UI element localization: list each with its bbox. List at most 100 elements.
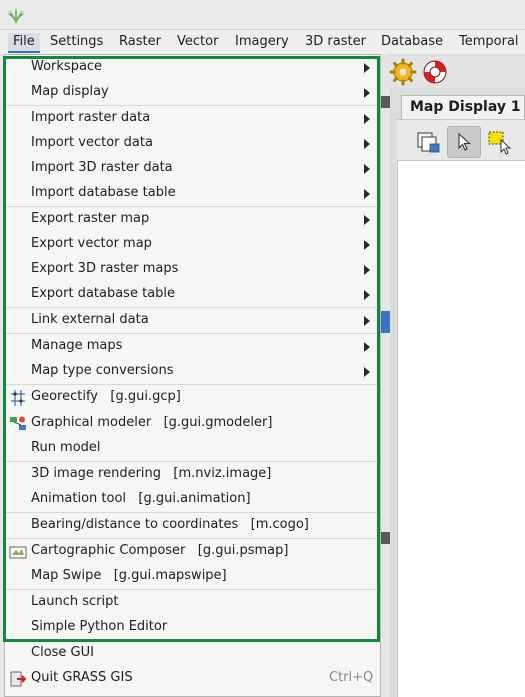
menu-item-import-raster-data[interactable]: Import raster data [5,106,380,131]
menu-item-label: Map type conversions [31,363,174,378]
menu-item-import-vector-data[interactable]: Import vector data [5,131,380,156]
menu-item-label: Manage maps [31,338,123,353]
menu-separator [5,307,380,308]
map-canvas[interactable] [397,161,525,697]
submenu-arrow-icon [364,139,370,149]
menu-item-label: Simple Python Editor [31,619,168,634]
submenu-arrow-icon [364,189,370,199]
menu-item-label: Quit GRASS GIS [31,670,133,685]
menu-item-label: Animation tool [g.gui.animation] [31,491,251,506]
menu-database[interactable]: Database [376,33,448,53]
menu-item-label: Import database table [31,185,176,200]
georectify-icon [9,389,27,407]
submenu-arrow-icon [364,164,370,174]
submenu-arrow-icon [364,290,370,300]
select-area-icon[interactable] [483,126,517,158]
menu-item-export-vector-map[interactable]: Export vector map [5,232,380,257]
menu-item-export-database-table[interactable]: Export database table [5,282,380,307]
menu-item-label: Import vector data [31,135,153,150]
menu-temporal[interactable]: Temporal [454,33,524,53]
menu-item-georectify[interactable]: Georectify [g.gui.gcp] [5,385,380,410]
menu-item-close-gui[interactable]: Close GUI [5,641,380,666]
menu-item-label: Export raster map [31,211,150,226]
menu-item-label: Workspace [31,59,103,74]
menu-item-label: Export 3D raster maps [31,261,179,276]
menu-item-simple-python-editor[interactable]: Simple Python Editor [5,615,380,640]
submenu-arrow-icon [364,342,370,352]
menu-separator [5,206,380,207]
main-toolbar [383,56,525,88]
menu-item-run-model[interactable]: Run model [5,436,380,461]
menu-item-manage-maps[interactable]: Manage maps [5,334,380,359]
submenu-arrow-icon [364,367,370,377]
menu-item-bearing-distance-to-coordinates[interactable]: Bearing/distance to coordinates [m.cogo] [5,513,380,538]
menu-item-import-database-table[interactable]: Import database table [5,181,380,206]
menu-3d-raster[interactable]: 3D raster [300,33,371,53]
grass-logo-icon [7,7,25,24]
title-bar [0,0,525,30]
file-menu-dropdown: Workspace Map display Import raster data Im… [4,54,381,697]
menu-item-graphical-modeler[interactable]: Graphical modeler [g.gui.gmodeler] [5,411,380,436]
menu-separator [5,105,380,106]
menu-item-label: Export vector map [31,236,152,251]
pointer-tool-button[interactable] [447,126,481,158]
menu-bar: File Settings Raster Vector Imagery 3D raster… [0,30,525,54]
menu-item-label: Cartographic Composer [g.gui.psmap] [31,543,289,558]
menu-separator [5,589,380,590]
menu-item-animation-tool[interactable]: Animation tool [g.gui.animation] [5,487,380,512]
menu-item-label: Graphical modeler [g.gui.gmodeler] [31,415,273,430]
menu-item-3d-image-rendering[interactable]: 3D image rendering [m.nviz.image] [5,462,380,487]
submenu-arrow-icon [364,240,370,250]
submenu-arrow-icon [364,316,370,326]
submenu-arrow-icon [364,88,370,98]
modeler-icon [9,415,27,433]
quit-icon [9,670,27,688]
menu-separator [5,538,380,539]
menu-separator [5,461,380,462]
arrow-pointer-icon [458,133,471,151]
help-lifebuoy-icon[interactable] [421,58,449,86]
menu-separator [5,512,380,513]
composer-icon [9,543,27,561]
submenu-arrow-icon [364,63,370,73]
menu-settings[interactable]: Settings [45,33,108,53]
menu-item-import-3d-raster-data[interactable]: Import 3D raster data [5,156,380,181]
menu-item-label: Import raster data [31,110,151,125]
menu-vector[interactable]: Vector [172,33,223,53]
submenu-arrow-icon [364,215,370,225]
submenu-arrow-icon [364,265,370,275]
menu-separator [5,384,380,385]
selected-row-edge [381,311,390,333]
menu-item-label: 3D image rendering [m.nviz.image] [31,466,272,481]
menu-imagery[interactable]: Imagery [230,33,294,53]
menu-item-export-raster-map[interactable]: Export raster map [5,207,380,232]
menu-item-label: Run model [31,440,101,455]
menu-item-label: Georectify [g.gui.gcp] [31,389,181,404]
shortcut-label: Ctrl+Q [329,670,374,685]
menu-item-map-display[interactable]: Map display [5,80,380,105]
menu-item-label: Launch script [31,594,119,609]
menu-item-map-type-conversions[interactable]: Map type conversions [5,359,380,384]
menu-item-label: Map Swipe [g.gui.mapswipe] [31,568,227,583]
menu-item-label: Close GUI [31,645,94,660]
menu-item-launch-script[interactable]: Launch script [5,590,380,615]
menu-file[interactable]: File [8,33,40,53]
menu-item-quit-grass-gis[interactable]: Quit GRASS GIS Ctrl+Q [5,666,380,691]
menu-item-workspace[interactable]: Workspace [5,55,380,80]
submenu-arrow-icon [364,114,370,124]
menu-raster[interactable]: Raster [114,33,166,53]
menu-item-export-3d-raster-maps[interactable]: Export 3D raster maps [5,257,380,282]
menu-item-cartographic-composer[interactable]: Cartographic Composer [g.gui.psmap] [5,539,380,564]
menu-item-label: Map display [31,84,109,99]
tab-map-display-1[interactable]: Map Display 1 [401,95,525,119]
settings-gear-icon[interactable] [389,58,417,86]
menu-separator [5,333,380,334]
panel-handle [381,96,390,108]
menu-separator [5,640,380,641]
render-map-icon[interactable] [412,126,446,158]
menu-item-label: Export database table [31,286,176,301]
menu-item-map-swipe[interactable]: Map Swipe [g.gui.mapswipe] [5,564,380,589]
menu-item-label: Bearing/distance to coordinates [m.cogo] [31,517,309,532]
menu-item-label: Link external data [31,312,149,327]
menu-item-link-external-data[interactable]: Link external data [5,308,380,333]
